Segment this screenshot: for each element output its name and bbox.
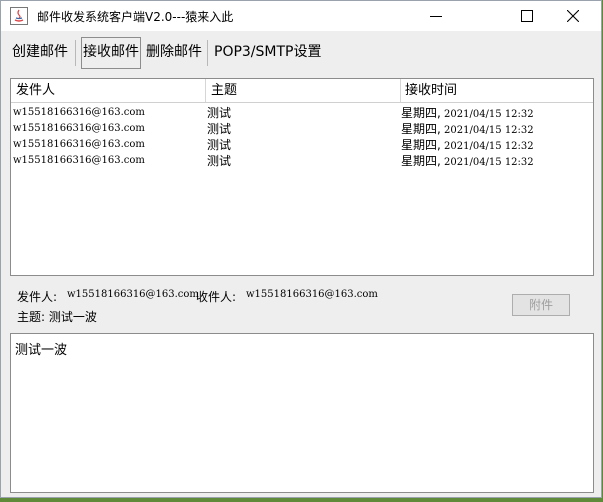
toolbar-separator <box>75 40 76 66</box>
cell-subject: 测试 <box>207 138 232 152</box>
column-header-received-time[interactable]: 接收时间 <box>401 79 593 102</box>
pop3-smtp-settings-button[interactable]: POP3/SMTP设置 <box>214 37 322 67</box>
cell-weekday: 星期四, <box>401 138 441 152</box>
mail-body-textarea[interactable]: 测试一波 <box>10 333 594 493</box>
subject-label: 主题: 测试一波 <box>17 310 97 324</box>
cell-datetime: 2021/04/15 12:32 <box>440 141 534 152</box>
toolbar: 创建邮件 接收邮件 删除邮件 POP3/SMTP设置 <box>1 32 601 72</box>
cell-datetime: 2021/04/15 12:32 <box>440 125 534 136</box>
cell-datetime: 2021/04/15 12:32 <box>440 157 534 168</box>
table-header: 发件人 主题 接收时间 <box>11 79 593 103</box>
maximize-button[interactable] <box>504 1 550 31</box>
cell-subject: 测试 <box>207 122 232 136</box>
table-row[interactable]: w15518166316@163.com 测试 星期四, 2021/04/15 … <box>11 137 593 153</box>
cell-sender: w15518166316@163.com <box>13 107 145 118</box>
window-title: 邮件收发系统客户端V2.0---猿来入此 <box>37 10 234 24</box>
cell-subject: 测试 <box>207 106 232 120</box>
title-bar[interactable]: 邮件收发系统客户端V2.0---猿来入此 <box>1 1 601 31</box>
cell-received-time: 星期四, 2021/04/15 12:32 <box>401 121 534 137</box>
java-app-icon <box>10 7 28 25</box>
cell-weekday: 星期四, <box>401 154 441 168</box>
minimize-button[interactable] <box>413 1 459 31</box>
cell-received-time: 星期四, 2021/04/15 12:32 <box>401 137 534 153</box>
create-mail-button[interactable]: 创建邮件 <box>12 37 68 67</box>
cell-sender: w15518166316@163.com <box>13 139 145 150</box>
app-window: 邮件收发系统客户端V2.0---猿来入此 创建邮件 接收邮件 删除邮件 POP3… <box>0 0 602 498</box>
table-row[interactable]: w15518166316@163.com 测试 星期四, 2021/04/15 … <box>11 153 593 169</box>
from-value: w15518166316@163.com <box>67 289 199 300</box>
cell-datetime: 2021/04/15 12:32 <box>440 109 534 120</box>
to-label: 收件人: <box>196 290 237 304</box>
delete-mail-button[interactable]: 删除邮件 <box>146 37 202 67</box>
column-header-subject[interactable]: 主题 <box>206 79 401 102</box>
close-icon <box>567 10 579 22</box>
toolbar-separator <box>207 40 208 66</box>
cell-sender: w15518166316@163.com <box>13 123 145 134</box>
cell-subject: 测试 <box>207 154 232 168</box>
cell-weekday: 星期四, <box>401 106 441 120</box>
minimize-icon <box>430 16 442 17</box>
mail-body-text: 测试一波 <box>15 343 68 358</box>
receive-mail-button[interactable]: 接收邮件 <box>81 37 141 69</box>
cell-weekday: 星期四, <box>401 122 441 136</box>
to-value: w15518166316@163.com <box>246 289 378 300</box>
cell-received-time: 星期四, 2021/04/15 12:32 <box>401 105 534 121</box>
cell-received-time: 星期四, 2021/04/15 12:32 <box>401 153 534 169</box>
close-button[interactable] <box>550 1 596 31</box>
from-label: 发件人: <box>17 290 58 304</box>
maximize-icon <box>521 10 533 22</box>
table-row[interactable]: w15518166316@163.com 测试 星期四, 2021/04/15 … <box>11 105 593 121</box>
column-header-sender[interactable]: 发件人 <box>11 79 206 102</box>
attachment-button[interactable]: 附件 <box>512 294 570 316</box>
table-row[interactable]: w15518166316@163.com 测试 星期四, 2021/04/15 … <box>11 121 593 137</box>
mail-table[interactable]: 发件人 主题 接收时间 w15518166316@163.com 测试 星期四,… <box>10 78 594 276</box>
mail-detail-panel: 发件人: w15518166316@163.com 收件人: w15518166… <box>9 282 595 328</box>
cell-sender: w15518166316@163.com <box>13 155 145 166</box>
